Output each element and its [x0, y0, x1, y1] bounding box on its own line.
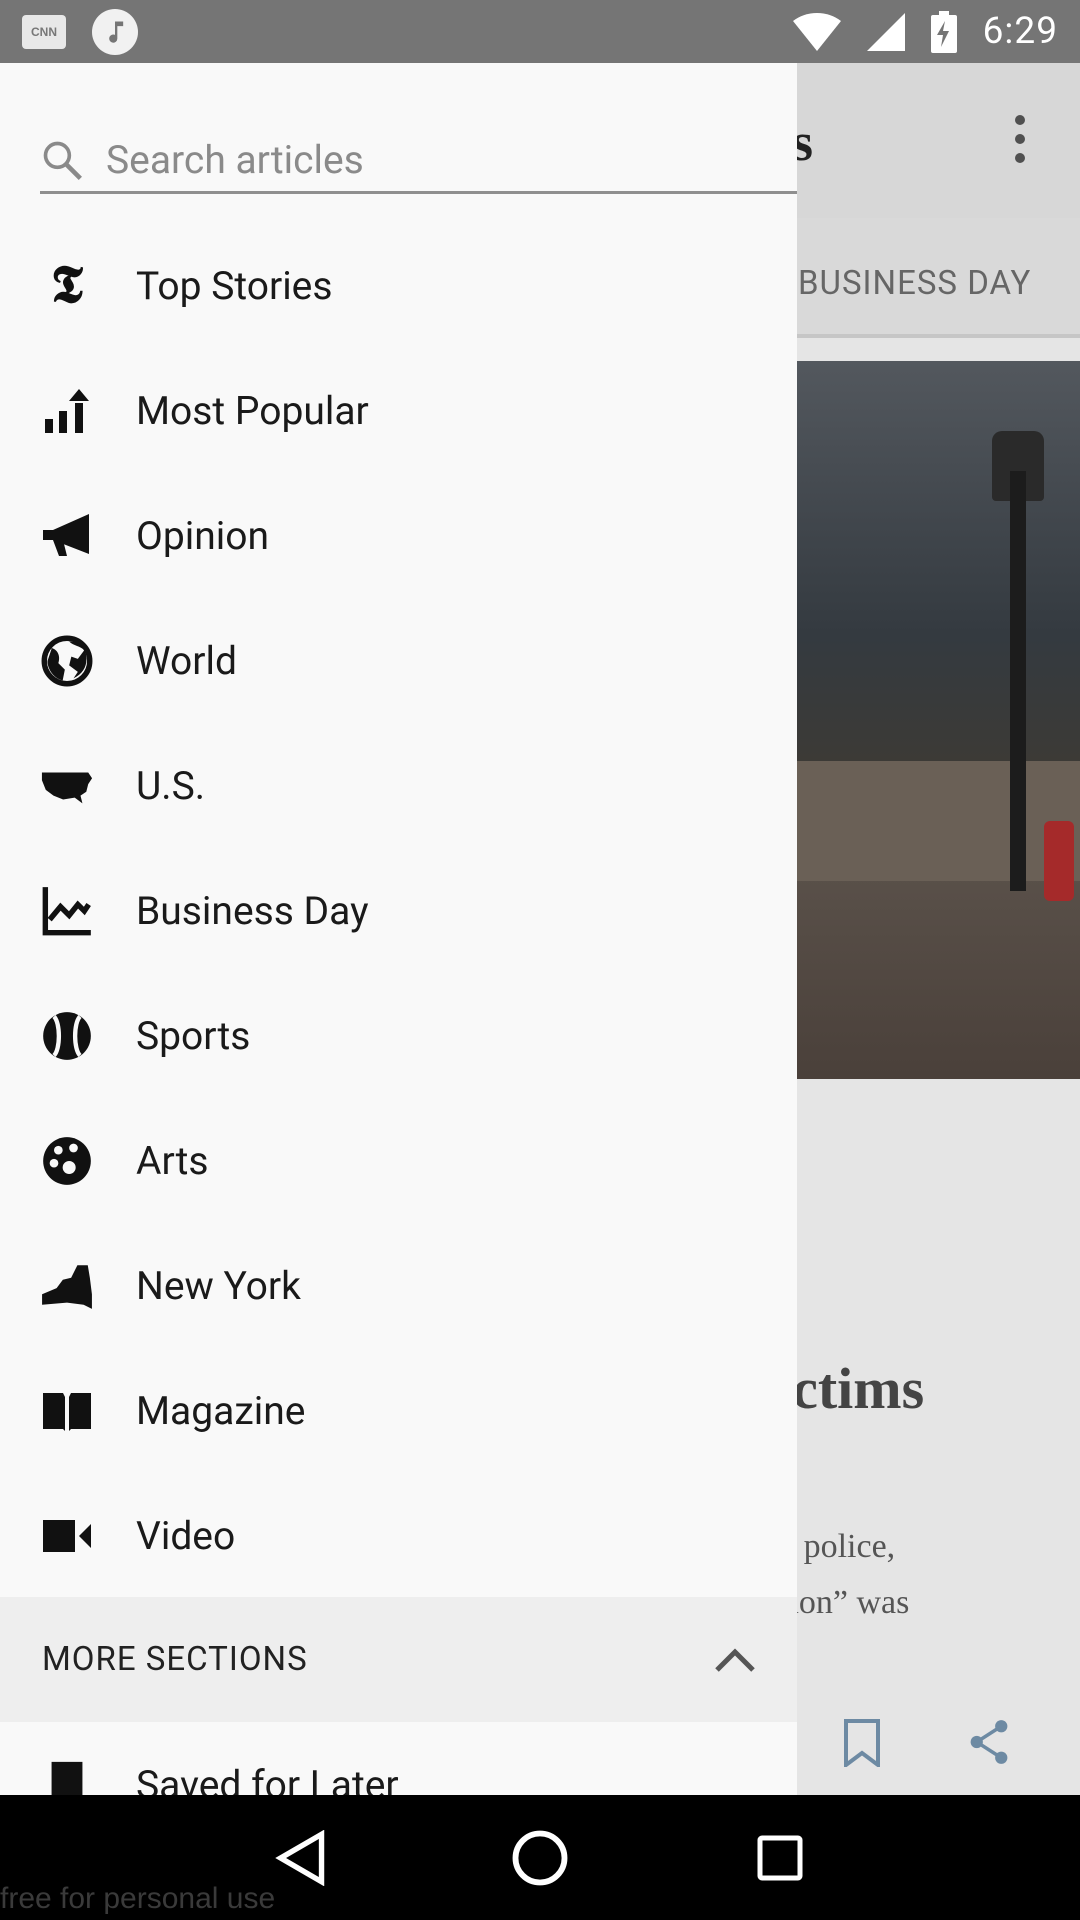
- lamp-post: [1010, 471, 1026, 891]
- summary-line: tion” was: [780, 1584, 910, 1621]
- nav-item-world[interactable]: World: [0, 598, 797, 723]
- book-icon: [40, 1384, 94, 1438]
- nav-item-business-day[interactable]: Business Day: [0, 848, 797, 973]
- nav-item-label: Top Stories: [136, 262, 333, 309]
- back-icon[interactable]: [265, 1823, 335, 1893]
- watermark-text: free for personal use: [0, 1882, 276, 1915]
- red-bin: [1044, 821, 1074, 901]
- wifi-icon: [792, 12, 841, 51]
- summary-line: e police,: [780, 1528, 896, 1565]
- signal-icon: [866, 12, 905, 51]
- nav-item-label: Arts: [136, 1137, 209, 1184]
- section-list: 𝕿 Top Stories Most Popular Opinion World: [0, 223, 797, 1598]
- cnn-icon: CNN: [22, 14, 66, 49]
- nav-item-label: Saved for Later: [136, 1761, 399, 1796]
- nav-item-saved-for-later[interactable]: Saved for Later: [0, 1722, 797, 1795]
- nav-item-label: Most Popular: [136, 387, 369, 434]
- nav-item-sports[interactable]: Sports: [0, 973, 797, 1098]
- article-summary: e police, tion” was: [780, 1519, 1040, 1631]
- nav-item-label: Magazine: [136, 1387, 306, 1434]
- nav-item-label: Video: [136, 1512, 236, 1559]
- nav-item-label: Sports: [136, 1012, 251, 1059]
- nav-item-opinion[interactable]: Opinion: [0, 473, 797, 598]
- megaphone-icon: [40, 509, 94, 563]
- chart-icon: [40, 884, 94, 938]
- nav-item-most-popular[interactable]: Most Popular: [0, 348, 797, 473]
- globe-icon: [40, 634, 94, 688]
- nav-item-label: Opinion: [136, 512, 270, 559]
- nav-item-top-stories[interactable]: 𝕿 Top Stories: [0, 223, 797, 348]
- share-icon[interactable]: [968, 1719, 1010, 1765]
- nav-item-label: Business Day: [136, 887, 369, 934]
- trending-icon: [40, 384, 94, 438]
- more-sections-label: MORE SECTIONS: [42, 1640, 308, 1679]
- music-icon: [92, 8, 138, 55]
- nav-item-label: New York: [136, 1262, 301, 1309]
- status-time: 6:29: [982, 10, 1058, 53]
- bookmark-filled-icon: [40, 1758, 94, 1795]
- navigation-drawer: 𝕿 Top Stories Most Popular Opinion World: [0, 63, 797, 1795]
- nav-item-label: World: [136, 637, 237, 684]
- us-map-icon: [40, 759, 94, 813]
- overflow-menu-icon[interactable]: [1012, 115, 1028, 165]
- nav-item-new-york[interactable]: New York: [0, 1223, 797, 1348]
- new-york-map-icon: [40, 1259, 94, 1313]
- status-bar: CNN 6:29: [0, 0, 1080, 63]
- palette-icon: [40, 1134, 94, 1188]
- system-icons: 6:29: [792, 10, 1058, 53]
- search-field[interactable]: [40, 128, 797, 194]
- notification-icons: CNN: [22, 8, 138, 55]
- search-area: [0, 63, 797, 223]
- nav-item-label: U.S.: [136, 762, 206, 809]
- battery-charging-icon: [930, 10, 957, 53]
- baseball-icon: [40, 1009, 94, 1063]
- nav-item-arts[interactable]: Arts: [0, 1098, 797, 1223]
- home-icon[interactable]: [505, 1823, 575, 1893]
- nav-item-magazine[interactable]: Magazine: [0, 1348, 797, 1473]
- nav-item-us[interactable]: U.S.: [0, 723, 797, 848]
- video-camera-icon: [40, 1509, 94, 1563]
- search-input[interactable]: [104, 135, 704, 184]
- bookmark-icon[interactable]: [842, 1719, 882, 1767]
- article-headline[interactable]: ictims: [776, 1355, 924, 1422]
- tab-business-day[interactable]: BUSINESS DAY: [798, 264, 1031, 303]
- search-icon: [43, 141, 82, 180]
- nyt-logo-icon: 𝕿: [51, 256, 83, 314]
- recents-icon[interactable]: [745, 1823, 815, 1893]
- more-sections-toggle[interactable]: MORE SECTIONS: [0, 1597, 797, 1722]
- chevron-up-icon[interactable]: [713, 1646, 757, 1674]
- nav-item-video[interactable]: Video: [0, 1473, 797, 1598]
